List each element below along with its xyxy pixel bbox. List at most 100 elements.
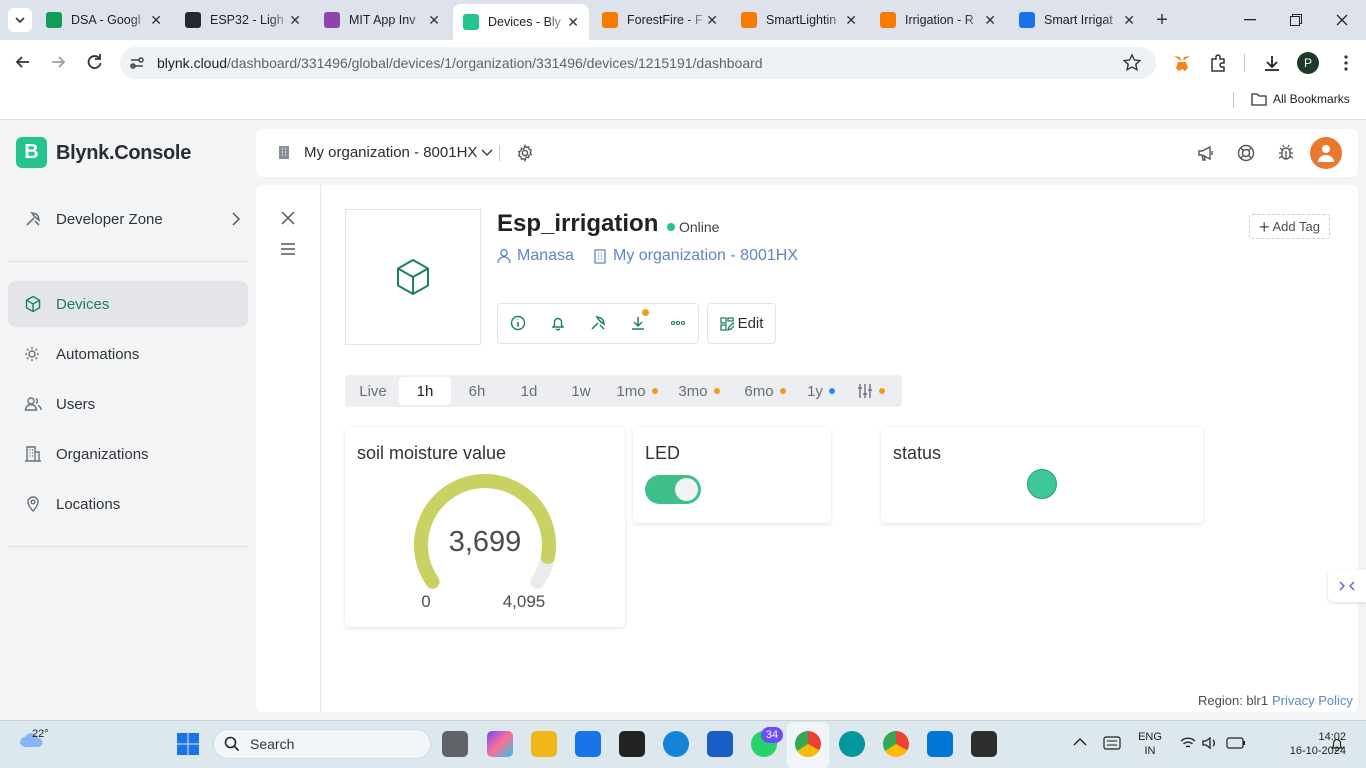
taskbar-search-box[interactable]: Search (213, 729, 431, 759)
browser-tab[interactable]: Devices - Bly ✕ (453, 4, 589, 40)
time-range-1y[interactable]: 1y (799, 376, 843, 406)
tab-close-icon[interactable]: ✕ (567, 14, 579, 31)
bug-report-icon[interactable] (1276, 143, 1296, 163)
time-range-1mo[interactable]: 1mo (609, 376, 665, 406)
browser-tab[interactable]: SmartLightin ✕ (731, 6, 867, 34)
tab-close-icon[interactable]: ✕ (1123, 12, 1135, 29)
windows-start-icon[interactable] (176, 732, 200, 756)
sidebar-item-users[interactable]: Users (8, 381, 248, 427)
new-tab-button[interactable]: + (1150, 8, 1174, 32)
arduino-ide-icon[interactable] (839, 731, 865, 757)
tab-favicon-icon (741, 12, 757, 28)
tab-close-icon[interactable]: ✕ (845, 12, 857, 29)
download-icon[interactable] (630, 315, 646, 331)
microsoft-store-icon[interactable] (707, 731, 733, 757)
volume-icon[interactable] (1202, 736, 1218, 750)
device-organization-link[interactable]: My organization - 8001HX (593, 247, 798, 265)
chevron-right-icon (232, 212, 240, 226)
vscode-icon[interactable] (927, 731, 953, 757)
tab-title: Irrigation - R (905, 13, 974, 27)
tab-close-icon[interactable]: ✕ (428, 12, 440, 29)
close-window-button[interactable] (1330, 8, 1354, 32)
tab-close-icon[interactable]: ✕ (706, 12, 718, 29)
sidebar-item-organizations[interactable]: Organizations (8, 431, 248, 477)
bell-icon[interactable] (550, 315, 566, 331)
download-icon[interactable] (1262, 53, 1282, 73)
sidebar-item-locations[interactable]: Locations (8, 481, 248, 527)
myhp-icon[interactable] (575, 731, 601, 757)
time-range-6mo[interactable]: 6mo (735, 376, 795, 406)
metamask-extension-icon[interactable] (1172, 53, 1192, 73)
url-host: blynk.cloud (157, 55, 228, 71)
back-button[interactable] (12, 51, 34, 73)
edge-browser-icon[interactable] (663, 731, 689, 757)
file-explorer-icon[interactable] (531, 731, 557, 757)
device-owner-link[interactable]: Manasa (497, 247, 574, 265)
chevron-up-icon[interactable] (1073, 737, 1087, 747)
browser-menu-icon[interactable] (1336, 53, 1356, 73)
time-range-1d[interactable]: 1d (505, 376, 553, 406)
led-toggle-switch[interactable] (645, 475, 701, 504)
bookmark-star-icon[interactable] (1122, 53, 1142, 73)
copilot-icon[interactable] (487, 731, 513, 757)
custom-range-button[interactable] (857, 383, 887, 399)
time-range-Live[interactable]: Live (349, 376, 397, 406)
tab-search-button[interactable] (8, 8, 32, 32)
info-icon[interactable] (510, 315, 526, 331)
keyboard-icon[interactable] (1103, 736, 1121, 750)
privacy-policy-link[interactable]: Privacy Policy (1272, 693, 1353, 708)
browser-tab[interactable]: ForestFire - F ✕ (592, 6, 728, 34)
toolbar-divider (1244, 54, 1245, 72)
all-bookmarks-button[interactable]: All Bookmarks (1251, 92, 1350, 106)
time-range-1w[interactable]: 1w (557, 376, 605, 406)
user-avatar[interactable] (1310, 137, 1342, 169)
battery-icon[interactable] (1226, 737, 1246, 749)
wifi-icon[interactable] (1180, 736, 1196, 750)
chrome-profile-icon[interactable] (883, 731, 909, 757)
organization-selector[interactable]: My organization - 8001HX (304, 144, 493, 161)
edit-button[interactable]: Edit (707, 303, 776, 344)
sidebar-item-automations[interactable]: Automations (8, 331, 248, 377)
close-panel-button[interactable] (280, 210, 296, 226)
bookmarks-bar (0, 86, 1366, 120)
announcements-megaphone-icon[interactable] (1196, 143, 1216, 163)
restore-button[interactable] (1284, 8, 1308, 32)
site-info-icon[interactable] (128, 54, 146, 72)
notifications-bell-icon[interactable] (1330, 737, 1344, 751)
browser-tab[interactable]: ESP32 - Ligh ✕ (175, 6, 311, 34)
gear-icon[interactable] (516, 144, 534, 162)
time-range-3mo[interactable]: 3mo (670, 376, 728, 406)
browser-tab[interactable]: DSA - Googl ✕ (36, 6, 172, 34)
sidebar-item-developer-zone[interactable]: Developer Zone (8, 196, 248, 242)
sticky-app-icon[interactable] (619, 731, 645, 757)
more-options-icon[interactable] (670, 315, 686, 331)
tools-icon[interactable] (590, 315, 606, 331)
time-range-6h[interactable]: 6h (453, 376, 501, 406)
time-range-1h[interactable]: 1h (399, 377, 451, 405)
sidebar-item-label: Locations (56, 495, 121, 513)
tab-close-icon[interactable]: ✕ (150, 12, 162, 29)
minimize-button[interactable] (1238, 8, 1262, 32)
reload-button[interactable] (83, 51, 105, 73)
terminal-icon[interactable] (971, 731, 997, 757)
widget-title: status (893, 443, 942, 463)
language-indicator[interactable]: ENG IN (1136, 730, 1164, 758)
help-lifebuoy-icon[interactable] (1236, 143, 1256, 163)
task-view-icon[interactable] (442, 731, 468, 757)
tab-close-icon[interactable]: ✕ (984, 12, 996, 29)
browser-tab[interactable]: MIT App Inv ✕ (314, 6, 450, 34)
browser-tab[interactable]: Irrigation - R ✕ (870, 6, 1006, 34)
sidebar-item-devices[interactable]: Devices (8, 281, 248, 327)
profile-avatar[interactable]: P (1297, 52, 1319, 74)
extensions-puzzle-icon[interactable] (1208, 53, 1228, 73)
url-text[interactable]: blynk.cloud/dashboard/331496/global/devi… (157, 55, 763, 71)
hamburger-menu-icon[interactable] (280, 242, 296, 256)
organization-selector-label: My organization - 8001HX (304, 144, 478, 161)
browser-tab[interactable]: Smart Irrigat ✕ (1009, 6, 1145, 34)
chrome-browser-icon[interactable] (795, 731, 821, 757)
add-tag-button[interactable]: + Add Tag (1249, 214, 1330, 239)
tab-close-icon[interactable]: ✕ (289, 12, 301, 29)
building-icon (594, 249, 606, 264)
side-panel-toggle[interactable] (1328, 570, 1366, 602)
forward-button[interactable] (47, 51, 69, 73)
